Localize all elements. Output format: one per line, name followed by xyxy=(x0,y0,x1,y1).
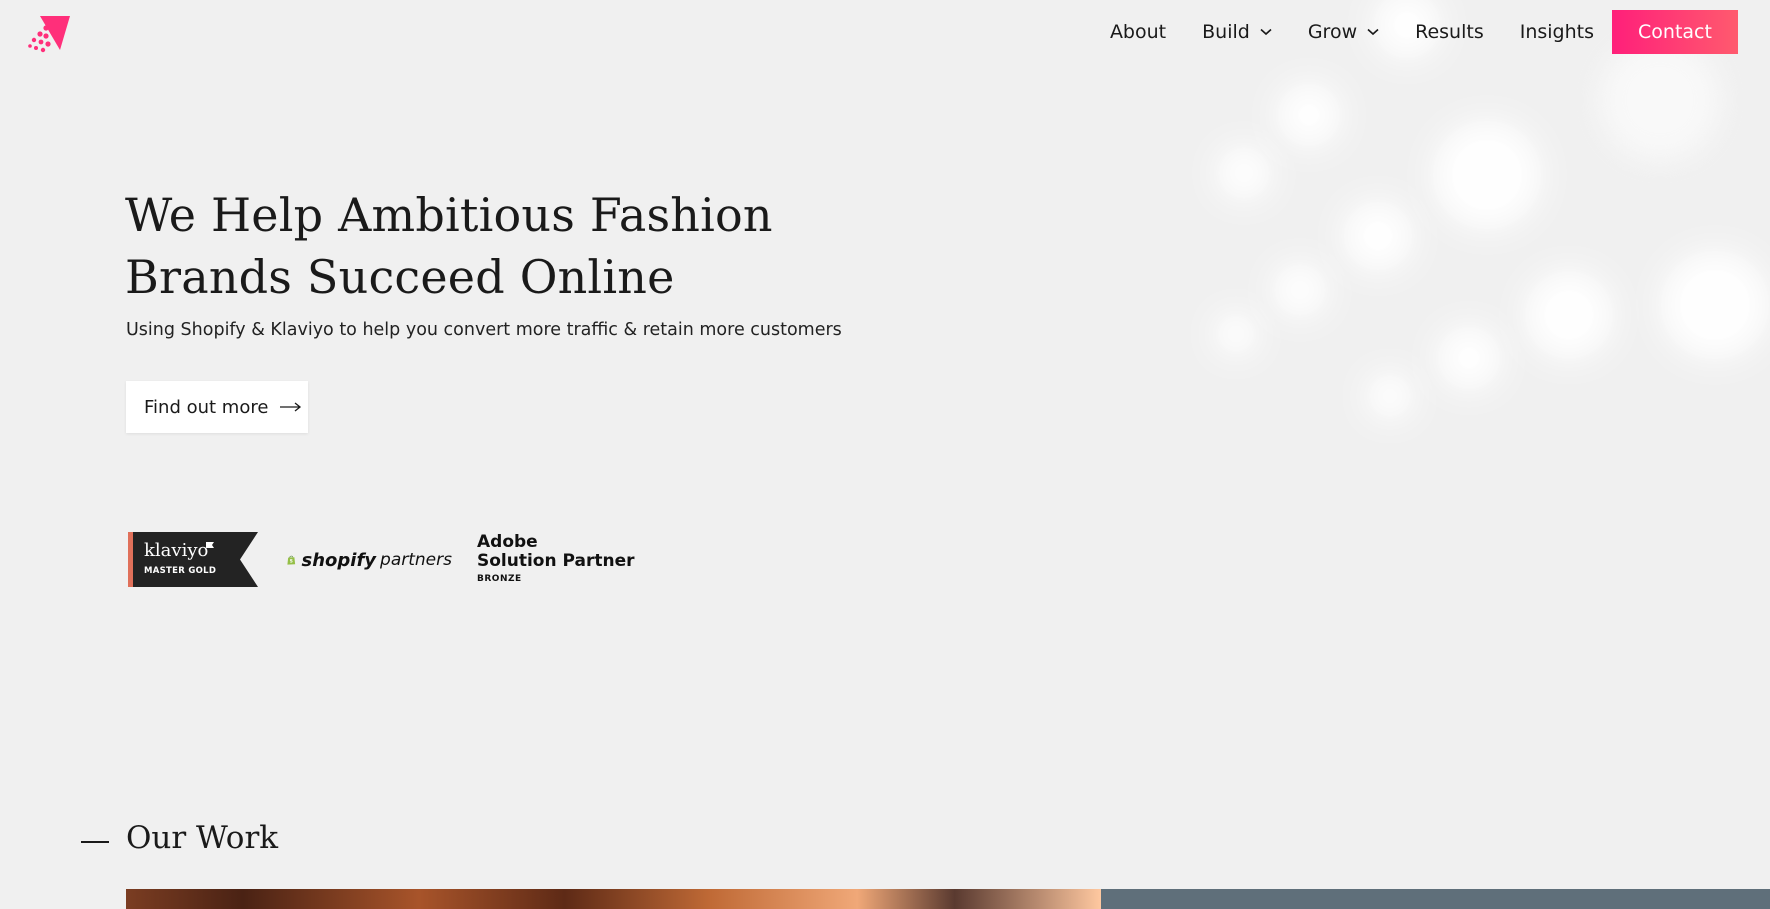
nav-grow-label: Grow xyxy=(1307,21,1358,43)
adobe-line2: Solution Partner xyxy=(477,551,635,571)
chevron-down-icon xyxy=(1367,28,1379,36)
hero-title: We Help Ambitious Fashion Brands Succeed… xyxy=(125,184,825,308)
adobe-solution-partner-badge: Adobe Solution Partner BRONZE xyxy=(477,532,635,585)
nav-results-label: Results xyxy=(1415,21,1484,43)
nav-insights-label: Insights xyxy=(1519,21,1594,43)
nav-build-label: Build xyxy=(1202,21,1250,43)
brand-logo[interactable] xyxy=(26,14,72,54)
shopify-bag-icon: S xyxy=(287,555,296,565)
arrow-right-icon xyxy=(280,402,302,412)
hero-subtitle: Using Shopify & Klaviyo to help you conv… xyxy=(126,320,842,340)
nav-about-label: About xyxy=(1109,21,1167,43)
nav-about[interactable]: About xyxy=(1110,21,1166,43)
nav-results[interactable]: Results xyxy=(1415,21,1484,43)
svg-text:S: S xyxy=(290,559,293,565)
chevron-down-icon xyxy=(1260,28,1272,36)
hero-title-line2: Brands Succeed Online xyxy=(125,250,675,304)
shopify-word: shopify xyxy=(301,549,377,571)
main-nav: About Build Grow Results Insights Contac… xyxy=(1074,10,1738,54)
adobe-line3: BRONZE xyxy=(477,574,522,584)
section-dash xyxy=(81,841,109,843)
find-out-more-label: Find out more xyxy=(144,396,269,418)
our-work-heading: Our Work xyxy=(126,820,279,856)
hero-title-line1: We Help Ambitious Fashion xyxy=(125,188,773,242)
nav-build[interactable]: Build xyxy=(1202,21,1272,43)
find-out-more-button[interactable]: Find out more xyxy=(126,381,308,433)
klaviyo-wordmark: klaviyo xyxy=(144,540,209,561)
nav-insights[interactable]: Insights xyxy=(1520,21,1594,43)
nav-grow[interactable]: Grow xyxy=(1308,21,1379,43)
partners-word: partners xyxy=(380,550,452,570)
contact-button[interactable]: Contact xyxy=(1612,10,1738,54)
work-thumbnail-1[interactable] xyxy=(126,889,1101,909)
klaviyo-tier: MASTER GOLD xyxy=(144,566,217,576)
adobe-line1: Adobe xyxy=(477,532,538,552)
klaviyo-master-gold-badge: klaviyo MASTER GOLD xyxy=(128,532,258,587)
shopify-partners-badge: S shopify partners xyxy=(287,545,452,575)
work-thumbnail-2[interactable] xyxy=(1101,889,1770,909)
